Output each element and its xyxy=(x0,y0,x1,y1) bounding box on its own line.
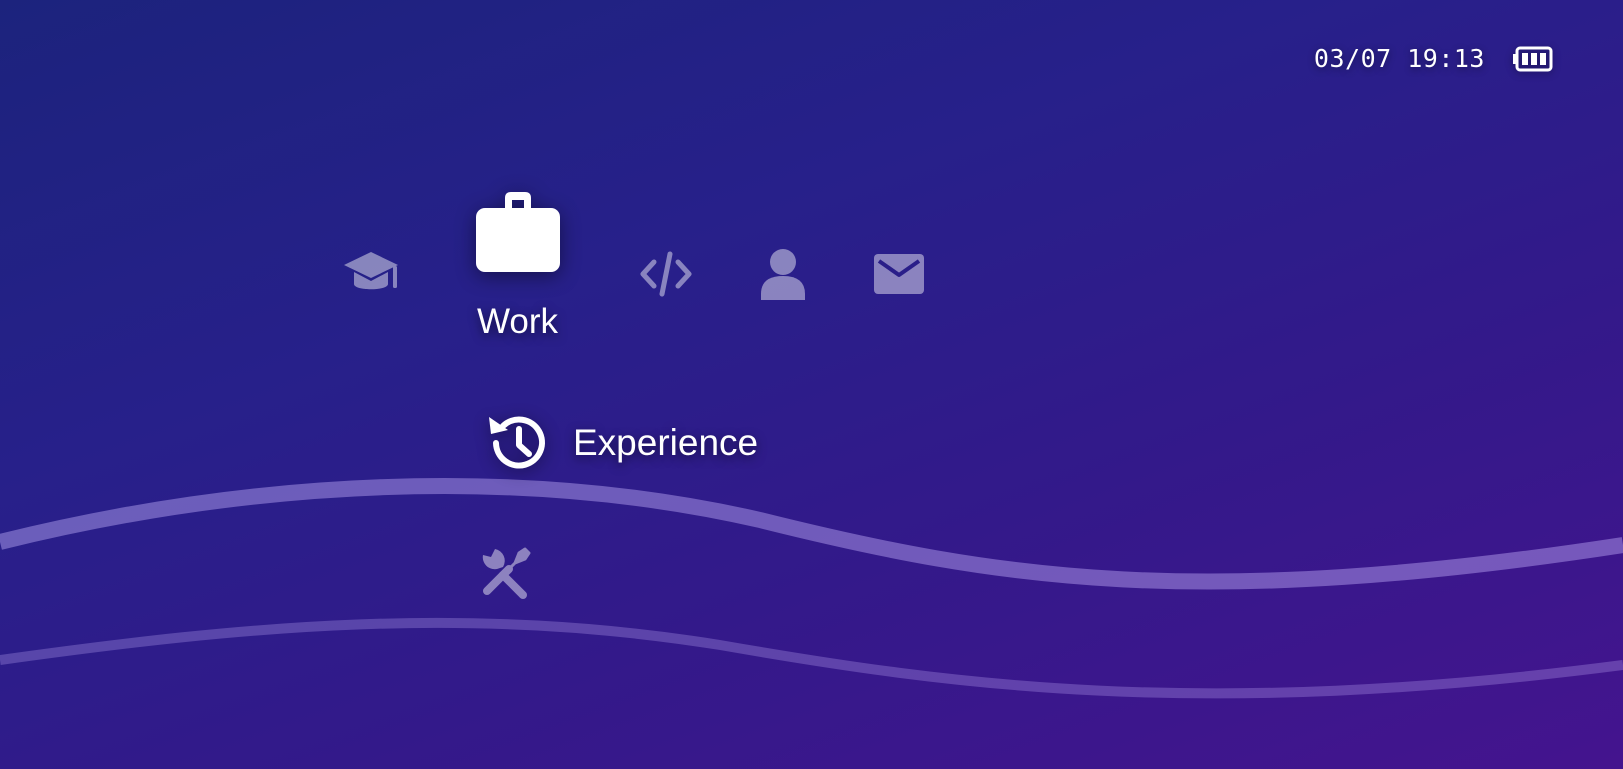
wave-lower xyxy=(0,617,1623,699)
category-label-work: Work xyxy=(476,302,559,341)
code-icon xyxy=(640,251,692,297)
briefcase-icon xyxy=(476,192,560,272)
wave-upper xyxy=(0,478,1623,590)
menu-item-tools[interactable] xyxy=(479,545,555,599)
graduation-cap-icon xyxy=(344,252,398,290)
menu-item-experience[interactable]: Experience xyxy=(485,410,758,476)
battery-full-icon xyxy=(1513,46,1553,71)
history-icon xyxy=(489,416,545,469)
user-icon xyxy=(761,249,805,300)
tools-icon xyxy=(482,547,531,599)
category-code[interactable] xyxy=(638,250,694,298)
category-profile[interactable] xyxy=(757,247,809,301)
menu-item-label-experience: Experience xyxy=(573,422,759,463)
category-work[interactable]: Work xyxy=(445,190,590,360)
envelope-icon xyxy=(874,254,924,294)
clock-datetime: 03/07 19:13 xyxy=(1313,44,1485,73)
category-contact[interactable] xyxy=(872,252,926,296)
category-education[interactable] xyxy=(342,248,400,300)
background-waves xyxy=(0,478,1623,699)
status-bar: 03/07 19:13 xyxy=(1314,44,1553,73)
